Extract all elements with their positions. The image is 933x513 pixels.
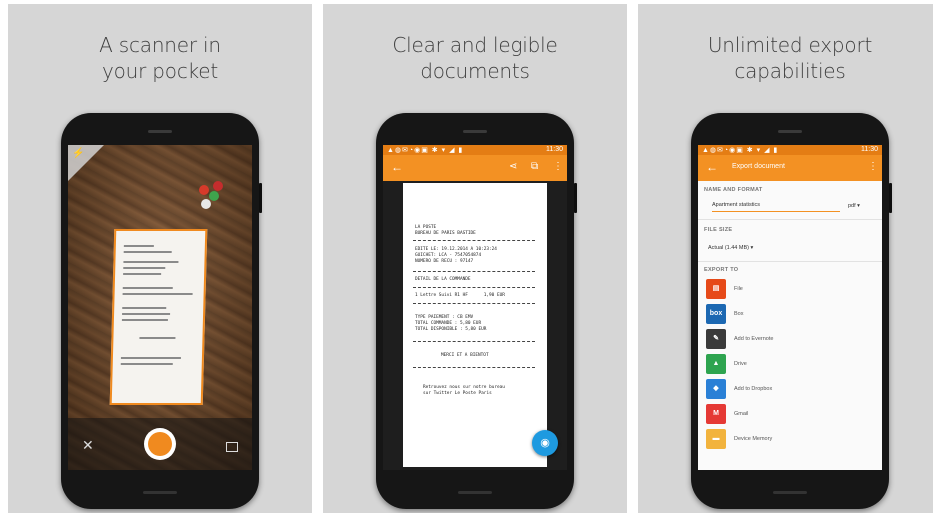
- screenshot-panel-documents: Clear and legible documents ▲◍✉◔◉▣ ✱ ▾ ◢…: [323, 4, 627, 513]
- evernote-icon: ✎: [706, 329, 726, 349]
- more-vert-icon[interactable]: ⋮: [868, 161, 878, 172]
- camera-screen: ⚡ ✕: [68, 145, 252, 470]
- export-option-dropbox[interactable]: ◆ Add to Dropbox: [706, 379, 876, 399]
- app-bar: ← ⋖ ⧉ ⋮: [383, 155, 567, 181]
- phone-mockup: ▲◍✉◔◉▣ ✱ ▾ ◢ ▮ 11:30 ← ⋖ ⧉ ⋮ LA POSTE BU…: [376, 113, 577, 509]
- doc-line: DETAIL DE LA COMMANDE: [415, 277, 471, 282]
- gmail-icon: M: [706, 404, 726, 424]
- more-vert-icon[interactable]: ⋮: [553, 161, 563, 172]
- doc-line: NUMERO DE RECU : 97147: [415, 259, 474, 264]
- doc-line: 1 Lettre Suivi R1 HF 1,90 EUR: [415, 293, 505, 298]
- document-screen: ▲◍✉◔◉▣ ✱ ▾ ◢ ▮ 11:30 ← ⋖ ⧉ ⋮ LA POSTE BU…: [383, 145, 567, 470]
- status-time: 11:30: [861, 146, 878, 153]
- export-form: NAME AND FORMAT Apartment statistics pdf…: [698, 181, 882, 470]
- export-screen: ▲◍✉◔◉▣ ✱ ▾ ◢ ▮ 11:30 ← Export document ⋮…: [698, 145, 882, 470]
- export-option-file[interactable]: ▤ File: [706, 279, 876, 299]
- phone-speaker: [463, 130, 487, 133]
- back-arrow-icon[interactable]: ←: [706, 160, 718, 174]
- share-icon[interactable]: ⋖: [509, 161, 517, 172]
- status-time: 11:30: [546, 146, 563, 153]
- doc-line: MERCI ET A BIENTOT: [441, 353, 489, 358]
- export-option-evernote[interactable]: ✎ Add to Evernote: [706, 329, 876, 349]
- phone-speaker: [148, 130, 172, 133]
- format-value: pdf: [848, 203, 856, 209]
- caption-line-2: capabilities: [734, 59, 846, 83]
- file-size-value: Actual (1.44 MB): [708, 245, 749, 251]
- doc-line: TOTAL COMMANDE : 5,80 EUR: [415, 321, 482, 326]
- app-bar: ← Export document ⋮: [698, 155, 882, 181]
- back-arrow-icon[interactable]: ←: [391, 160, 403, 174]
- document-preview: LA POSTE BUREAU DE PARIS BASTIDE EDITE L…: [383, 181, 567, 470]
- status-bar: ▲◍✉◔◉▣ ✱ ▾ ◢ ▮ 11:30: [383, 145, 567, 155]
- panel-caption: Unlimited export capabilities: [638, 32, 933, 84]
- export-option-label: File: [734, 286, 743, 292]
- export-option-label: Add to Evernote: [734, 336, 774, 342]
- screenshot-panel-export: Unlimited export capabilities ▲◍✉◔◉▣ ✱ ▾…: [638, 4, 933, 513]
- doc-line: GUICHET: LCA - 7547054874: [415, 253, 482, 258]
- doc-line: BUREAU DE PARIS BASTIDE: [415, 231, 476, 236]
- export-option-drive[interactable]: ▲ Drive: [706, 354, 876, 374]
- flash-icon: ⚡: [72, 148, 85, 159]
- phone-grille: [143, 491, 177, 494]
- screenshot-panel-scanner: A scanner in your pocket ⚡ ✕: [8, 4, 312, 513]
- export-option-label: Box: [734, 311, 744, 317]
- doc-line: TYPE PAIEMENT : CB EMV: [415, 315, 474, 320]
- phone-side-key: [259, 183, 262, 213]
- push-pins-decoration: [191, 181, 231, 221]
- phone-side-key: [889, 183, 892, 213]
- export-option-box[interactable]: box Box: [706, 304, 876, 324]
- export-option-gmail[interactable]: M Gmail: [706, 404, 876, 424]
- detected-document: [109, 229, 208, 405]
- export-option-device-memory[interactable]: ▬ Device Memory: [706, 429, 876, 449]
- folder-icon: ▬: [706, 429, 726, 449]
- doc-line: sur Twitter Le Poste Paris: [423, 391, 492, 396]
- export-option-label: Device Memory: [734, 436, 773, 442]
- section-heading: FILE SIZE: [704, 227, 733, 233]
- caption-line-2: documents: [420, 59, 530, 83]
- pages-icon[interactable]: ⧉: [531, 161, 538, 172]
- phone-speaker: [778, 130, 802, 133]
- section-heading: NAME AND FORMAT: [704, 187, 763, 193]
- phone-grille: [773, 491, 807, 494]
- drive-icon: ▲: [706, 354, 726, 374]
- doc-line: Retrouvez nous sur notre bureau: [423, 385, 505, 390]
- doc-line: TOTAL DISPONIBLE : 5,80 EUR: [415, 327, 487, 332]
- doc-line: EDITE LE: 19.12.2014 A 10:23:24: [415, 247, 497, 252]
- dropbox-icon: ◆: [706, 379, 726, 399]
- phone-side-key: [574, 183, 577, 213]
- camera-controls-bar: ✕: [68, 418, 252, 470]
- app-bar-title: Export document: [732, 163, 785, 170]
- caption-line-1: Unlimited export: [707, 33, 873, 57]
- gallery-icon[interactable]: [226, 442, 238, 452]
- section-heading: EXPORT TO: [704, 267, 739, 273]
- document-page: LA POSTE BUREAU DE PARIS BASTIDE EDITE L…: [403, 183, 547, 467]
- caption-line-2: your pocket: [101, 59, 219, 83]
- camera-fab-button[interactable]: ◉: [532, 430, 558, 456]
- shutter-button[interactable]: [144, 428, 176, 460]
- close-icon[interactable]: ✕: [82, 437, 94, 454]
- status-icons: ▲◍✉◔◉▣ ✱ ▾ ◢ ▮: [702, 147, 779, 154]
- phone-mockup: ⚡ ✕: [61, 113, 262, 509]
- panel-caption: A scanner in your pocket: [8, 32, 312, 84]
- status-bar: ▲◍✉◔◉▣ ✱ ▾ ◢ ▮ 11:30: [698, 145, 882, 155]
- box-icon: box: [706, 304, 726, 324]
- status-icons: ▲◍✉◔◉▣ ✱ ▾ ◢ ▮: [387, 147, 464, 154]
- file-size-select[interactable]: Actual (1.44 MB) ▾: [708, 245, 753, 251]
- file-name-input[interactable]: Apartment statistics: [712, 202, 840, 212]
- phone-mockup: ▲◍✉◔◉▣ ✱ ▾ ◢ ▮ 11:30 ← Export document ⋮…: [691, 113, 892, 509]
- phone-grille: [458, 491, 492, 494]
- caption-line-1: Clear and legible: [392, 33, 558, 57]
- doc-line: LA POSTE: [415, 225, 437, 230]
- panel-caption: Clear and legible documents: [323, 32, 627, 84]
- caption-line-1: A scanner in: [99, 33, 221, 57]
- export-option-label: Drive: [734, 361, 747, 367]
- export-option-label: Add to Dropbox: [734, 386, 773, 392]
- export-option-label: Gmail: [734, 411, 749, 417]
- format-select[interactable]: pdf ▾: [848, 203, 860, 209]
- file-icon: ▤: [706, 279, 726, 299]
